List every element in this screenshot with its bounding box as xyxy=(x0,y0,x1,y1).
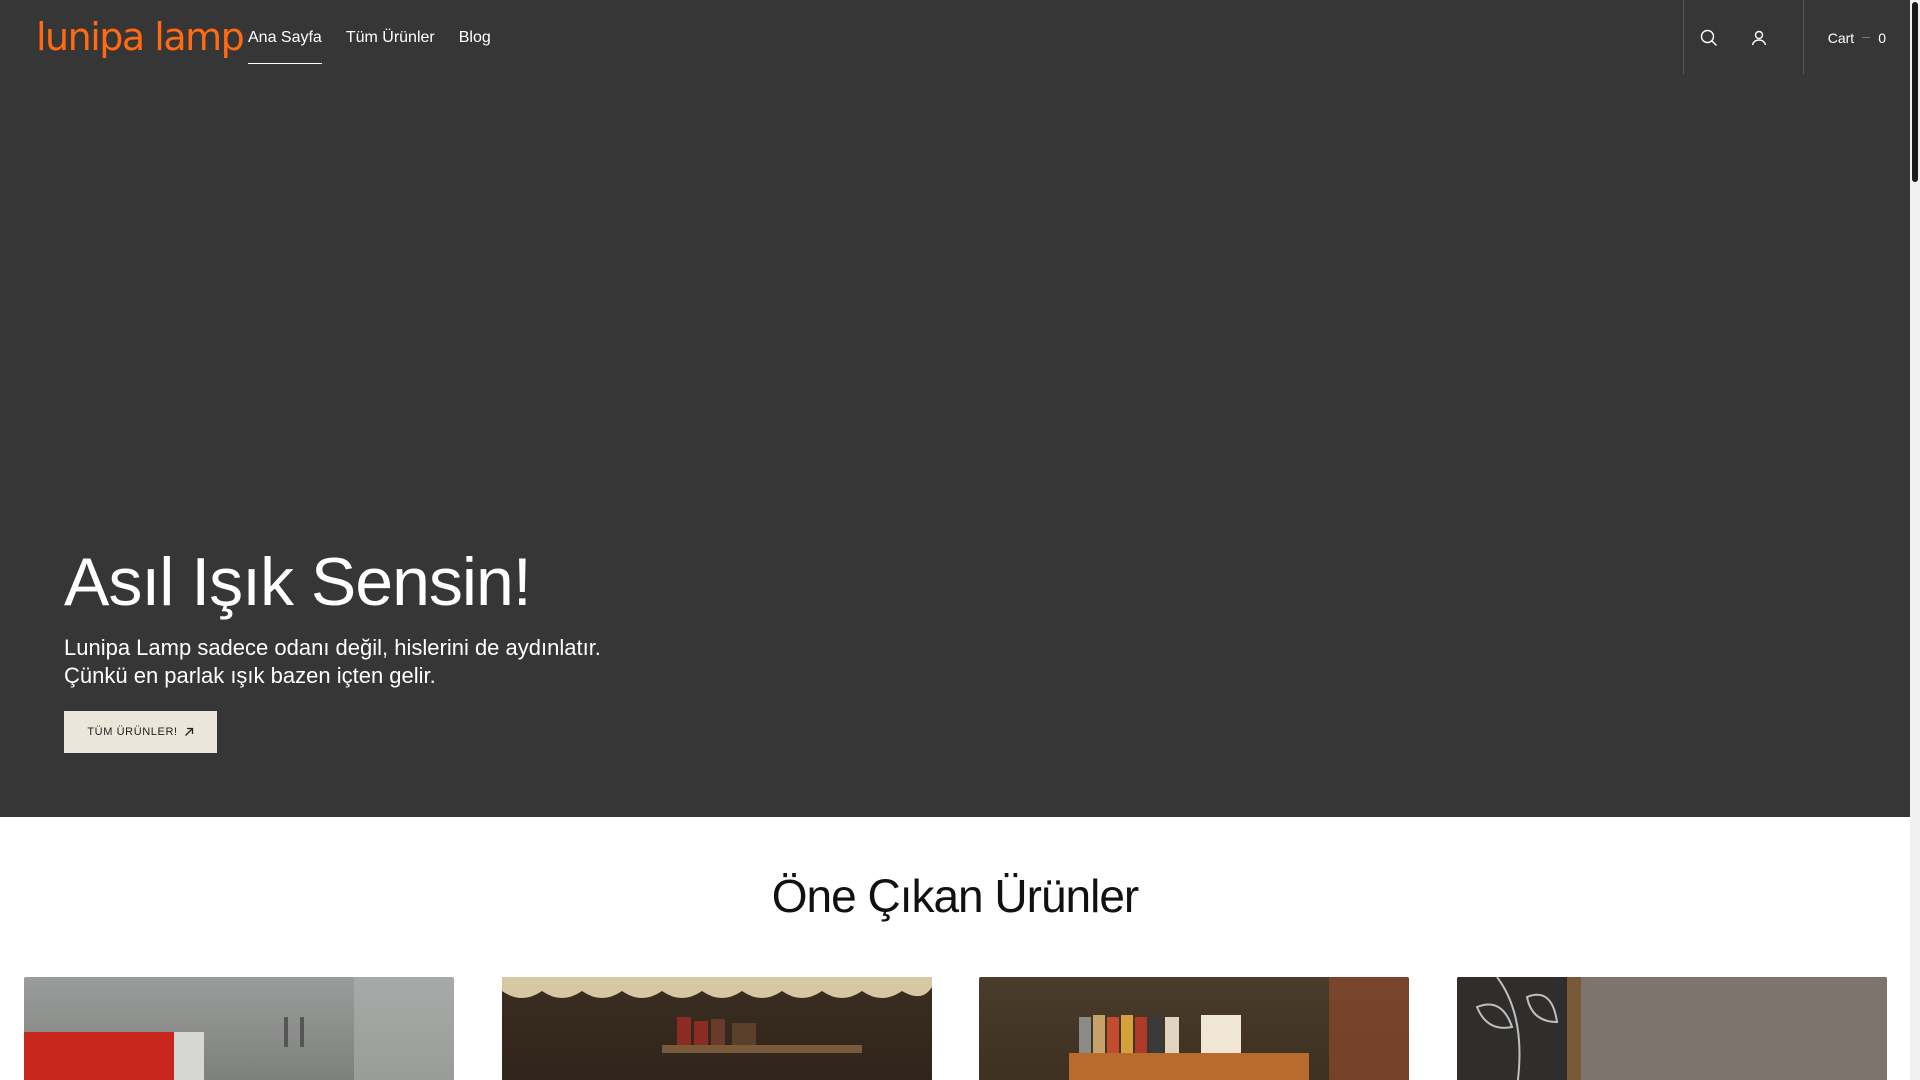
main-nav: Ana Sayfa Tüm Ürünler Blog xyxy=(248,0,491,75)
search-button[interactable] xyxy=(1684,0,1734,75)
all-products-button[interactable]: TÜM ÜRÜNLER! xyxy=(64,711,217,753)
product-card[interactable] xyxy=(979,977,1409,1080)
cart-label: Cart xyxy=(1827,29,1855,46)
logo[interactable]: lunipa lamp xyxy=(36,12,245,62)
product-card[interactable] xyxy=(1457,977,1887,1080)
scrollbar-thumb[interactable] xyxy=(1912,2,1918,182)
cart-count: 0 xyxy=(1878,29,1886,46)
nav-item-blog[interactable]: Blog xyxy=(459,0,491,75)
product-card[interactable] xyxy=(502,977,932,1080)
hero-section: lunipa lamp Ana Sayfa Tüm Ürünler Blog C… xyxy=(0,0,1910,817)
header-spacer xyxy=(1784,0,1803,75)
product-card[interactable] xyxy=(24,977,454,1080)
page-scrollbar[interactable] xyxy=(1910,0,1920,1080)
product-image xyxy=(24,977,454,1080)
hero-text: Lunipa Lamp sadece odanı değil, hislerin… xyxy=(64,635,601,688)
featured-products-title: Öne Çıkan Ürünler xyxy=(771,870,1140,922)
cart-button[interactable]: Cart 0 xyxy=(1804,0,1910,75)
page: lunipa lamp Ana Sayfa Tüm Ürünler Blog C… xyxy=(0,0,1910,1080)
header-actions: Cart 0 xyxy=(1682,0,1910,75)
site-header: lunipa lamp Ana Sayfa Tüm Ürünler Blog C… xyxy=(0,0,1910,75)
all-products-button-label: TÜM ÜRÜNLER! xyxy=(87,726,178,738)
user-icon xyxy=(1751,30,1766,45)
nav-item-tum-urunler[interactable]: Tüm Ürünler xyxy=(346,0,435,75)
search-icon xyxy=(1700,29,1717,46)
product-image xyxy=(502,977,932,1053)
cart-separator xyxy=(1862,37,1871,38)
nav-item-ana-sayfa[interactable]: Ana Sayfa xyxy=(248,0,322,75)
product-image xyxy=(1457,977,1887,1080)
hero-title: Asıl Işık Sensin! xyxy=(64,544,532,620)
product-image xyxy=(1069,977,1409,1080)
arrow-up-right-icon xyxy=(184,727,193,736)
account-button[interactable] xyxy=(1734,0,1784,75)
